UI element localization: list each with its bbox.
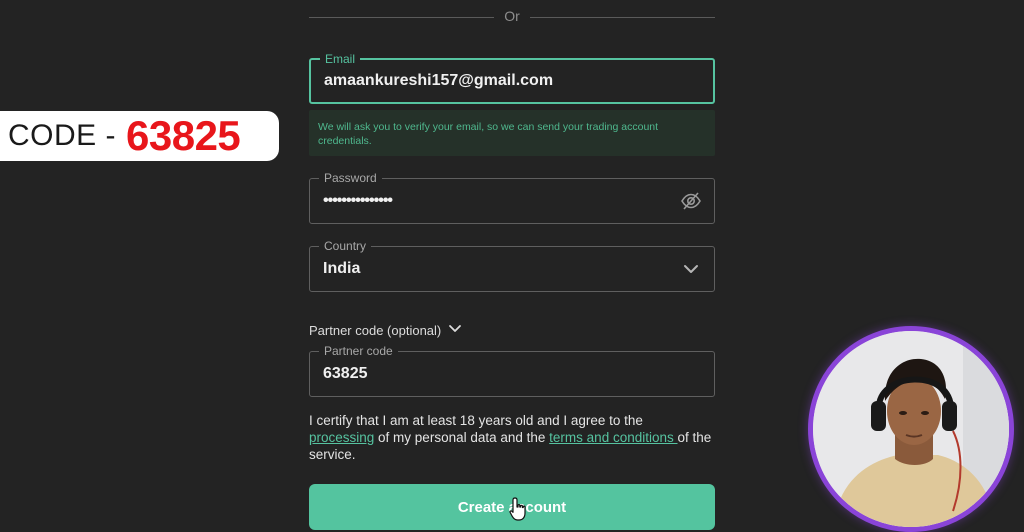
partner-code-toggle-label: Partner code (optional) (309, 323, 442, 338)
promo-code-banner: CODE - 63825 (0, 111, 279, 161)
partner-code-toggle[interactable]: Partner code (optional) (309, 321, 463, 340)
promo-code-value: 63825 (126, 112, 241, 159)
eye-off-icon[interactable] (680, 190, 702, 212)
divider-left (309, 17, 494, 18)
hand-pointer-cursor-icon (508, 496, 530, 522)
chevron-down-icon (680, 258, 702, 280)
email-field[interactable]: Email amaankureshi157@gmail.com (309, 51, 715, 104)
processing-link[interactable]: processing (309, 430, 374, 445)
age-consent-text: I certify that I am at least 18 years ol… (309, 412, 729, 463)
partner-code-field[interactable]: Partner code 63825 (309, 343, 715, 397)
consent-text-middle: of my personal data and the (374, 430, 550, 445)
promo-code-label: CODE - (8, 119, 116, 152)
divider-right (530, 17, 715, 18)
chevron-down-icon (447, 321, 463, 340)
partner-code-input-value[interactable]: 63825 (323, 352, 368, 396)
country-select[interactable]: Country India (309, 238, 715, 292)
terms-and-conditions-link[interactable]: terms and conditions (549, 430, 677, 445)
password-input-value[interactable]: ••••••••••••••• (323, 179, 393, 223)
email-verification-hint: We will ask you to verify your email, so… (309, 110, 715, 156)
email-input-value[interactable]: amaankureshi157@gmail.com (324, 60, 553, 102)
password-field[interactable]: Password ••••••••••••••• (309, 170, 715, 224)
country-select-value: India (323, 260, 361, 277)
consent-text-start: I certify that I am at least 18 years ol… (309, 413, 643, 428)
or-separator-label: Or (504, 8, 520, 24)
webcam-overlay (808, 326, 1014, 532)
